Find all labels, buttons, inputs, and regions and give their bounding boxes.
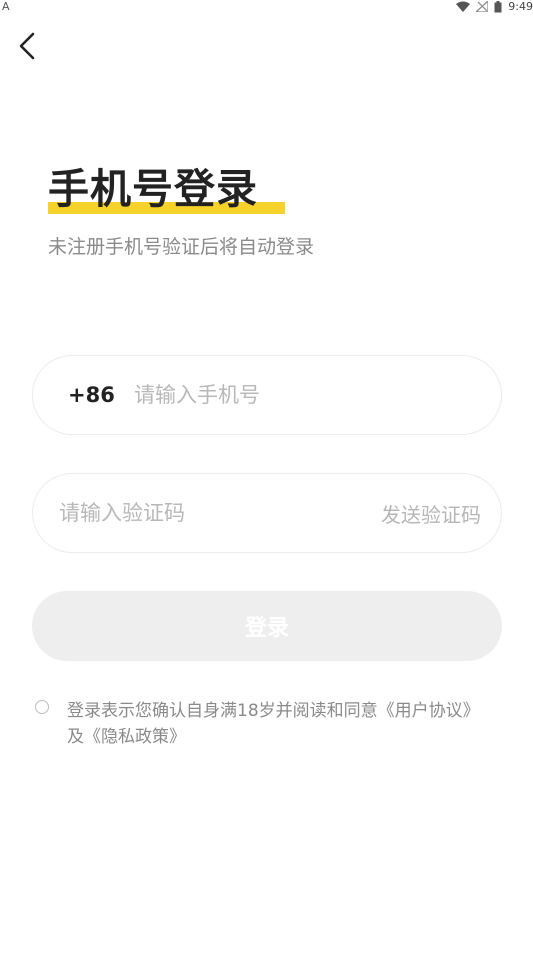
status-bar: A 9:49 (0, 0, 533, 14)
title-block: 手机号登录 (48, 160, 285, 218)
back-button[interactable] (10, 30, 44, 66)
agreement-prefix: 登录表示您确认自身满18岁并阅读和同意 (67, 701, 378, 721)
phone-field: +86 (32, 355, 502, 435)
no-signal-icon (476, 1, 489, 12)
send-code-button[interactable]: 发送验证码 (381, 499, 481, 528)
code-field: 发送验证码 (32, 473, 502, 553)
code-input[interactable] (57, 500, 381, 526)
page-title: 手机号登录 (48, 165, 258, 213)
agreement-conjunction: 及 (67, 727, 84, 747)
battery-icon (494, 0, 502, 13)
agreement-radio[interactable] (35, 700, 49, 714)
chevron-left-icon (18, 32, 36, 64)
page-subtitle: 未注册手机号验证后将自动登录 (48, 236, 315, 258)
wifi-icon (456, 1, 471, 12)
phone-input[interactable] (132, 382, 501, 408)
user-agreement-link[interactable]: 《用户协议》 (378, 701, 480, 721)
login-button[interactable]: 登录 (32, 591, 502, 661)
status-icons: 9:49 (456, 0, 533, 13)
agreement-text: 登录表示您确认自身满18岁并阅读和同意《用户协议》及《隐私政策》 (67, 698, 507, 750)
status-time: 9:49 (508, 0, 533, 13)
privacy-policy-link[interactable]: 《隐私政策》 (84, 727, 186, 747)
status-notification-indicator: A (2, 0, 10, 13)
country-code[interactable]: +86 (68, 383, 132, 407)
